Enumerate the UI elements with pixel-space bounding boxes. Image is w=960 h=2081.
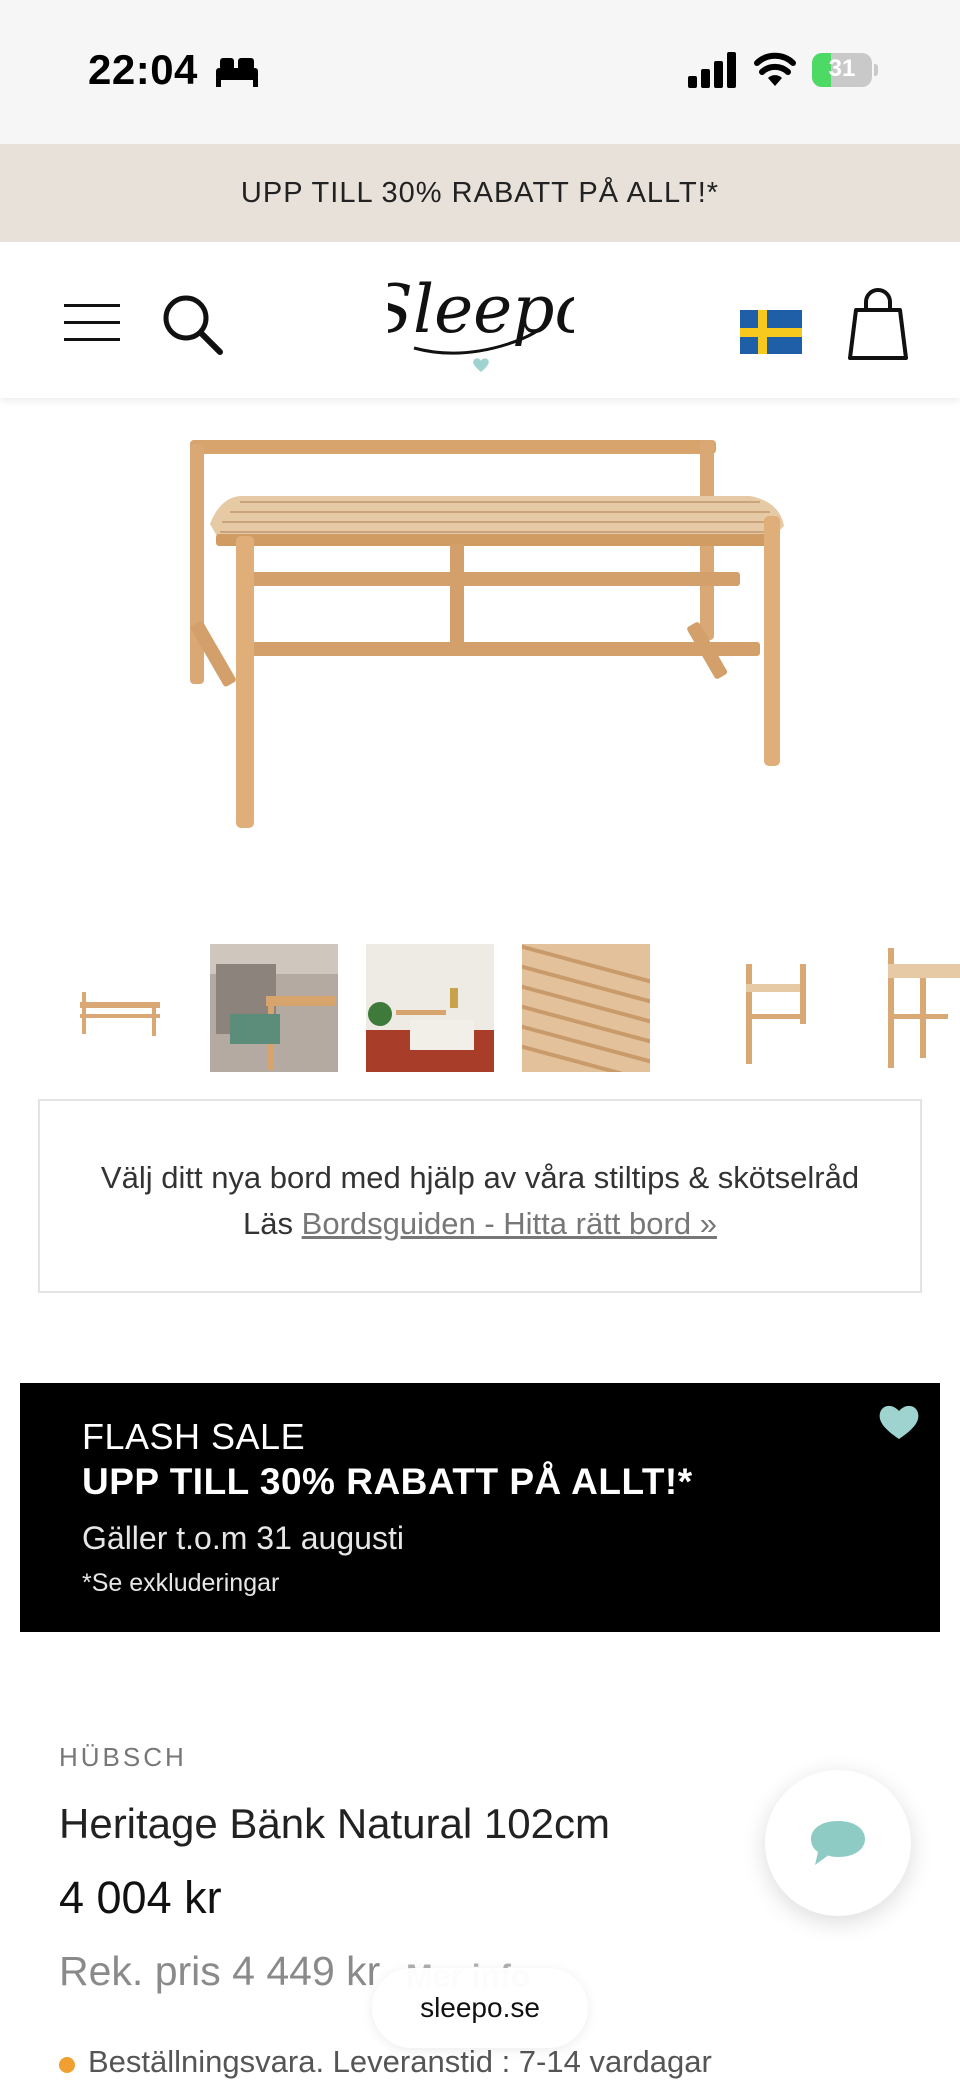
status-time: 22:04 [88, 46, 198, 93]
guide-prefix: Läs [243, 1206, 302, 1241]
sleepo-logo[interactable]: Sleepo [388, 264, 574, 382]
thumbnail-1[interactable] [56, 944, 184, 1072]
battery-icon: 31 [812, 53, 878, 87]
bed-icon [216, 58, 258, 87]
stock-status-dot [59, 2057, 75, 2073]
table-guide-box: Välj ditt nya bord med hjälp av våra sti… [38, 1099, 922, 1293]
table-guide-link[interactable]: Bordsguiden - Hitta rätt bord » [302, 1206, 717, 1241]
menu-icon[interactable] [62, 300, 122, 346]
product-brand[interactable]: HÜBSCH [59, 1742, 187, 1773]
promo-banner-text: UPP TILL 30% RABATT PÅ ALLT!* [240, 176, 720, 209]
thumbnail-2[interactable] [210, 944, 338, 1072]
wifi-icon [754, 52, 796, 86]
guide-text: Välj ditt nya bord med hjälp av våra sti… [40, 1155, 920, 1247]
flash-sale-headline: UPP TILL 30% RABATT PÅ ALLT!* [82, 1461, 693, 1502]
guide-line2: Läs Bordsguiden - Hitta rätt bord » [40, 1201, 920, 1247]
product-main-image[interactable] [160, 420, 810, 840]
flash-sale-exclusions[interactable]: *Se exkluderingar [82, 1569, 279, 1598]
product-price: 4 004 kr [59, 1872, 222, 1923]
flash-sale-title: FLASH SALE [82, 1416, 306, 1457]
chat-button[interactable] [765, 1770, 911, 1916]
thumbnail-3[interactable] [366, 944, 494, 1072]
recommended-price: Rek. pris 4 449 kr [59, 1948, 381, 1994]
flash-sale-banner[interactable]: FLASH SALE UPP TILL 30% RABATT PÅ ALLT!*… [20, 1383, 940, 1632]
battery-level: 31 [828, 55, 856, 82]
browser-url: sleepo.se [420, 1992, 540, 2023]
thumbnail-5[interactable] [700, 944, 828, 1072]
browser-url-pill[interactable]: sleepo.se [372, 1968, 588, 2048]
search-icon[interactable] [160, 292, 224, 356]
guide-line1: Välj ditt nya bord med hjälp av våra sti… [100, 1160, 860, 1195]
flash-sale-validity: Gäller t.o.m 31 augusti [82, 1520, 404, 1556]
svg-text:Sleepo: Sleepo [388, 271, 574, 348]
heart-icon [879, 1405, 919, 1439]
thumbnail-6[interactable] [880, 944, 960, 1072]
signal-icon [688, 52, 736, 88]
stock-status-text: Beställningsvara. Leveranstid : 7-14 var… [88, 2044, 712, 2079]
shopping-bag-icon[interactable] [846, 286, 910, 362]
product-title: Heritage Bänk Natural 102cm [59, 1800, 610, 1847]
promo-banner[interactable]: UPP TILL 30% RABATT PÅ ALLT!* [0, 144, 960, 242]
site-header: Sleepo [0, 242, 960, 398]
chat-bubble-icon [811, 1821, 865, 1865]
thumbnail-gallery [0, 944, 960, 1072]
sweden-flag-icon[interactable] [740, 310, 802, 354]
thumbnail-4[interactable] [522, 944, 650, 1072]
status-bar: 22:04 31 [0, 0, 960, 144]
